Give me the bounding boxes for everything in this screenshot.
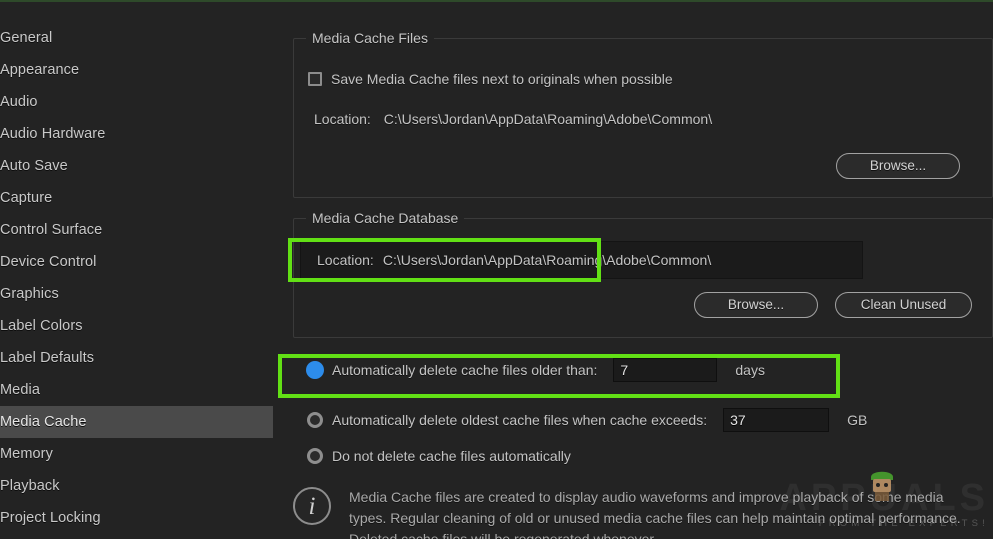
delete-older-than-label: Automatically delete cache files older t…	[332, 362, 597, 378]
sidebar-item-media[interactable]: Media	[0, 374, 273, 406]
sidebar-item-control-surface[interactable]: Control Surface	[0, 214, 273, 246]
delete-when-exceeds-radio[interactable]	[307, 412, 323, 428]
save-next-to-originals-row[interactable]: Save Media Cache files next to originals…	[308, 71, 673, 87]
media-cache-database-clean-unused-button[interactable]: Clean Unused	[835, 292, 972, 318]
sidebar-item-label: Auto Save	[0, 158, 68, 174]
delete-when-exceeds-unit-label: GB	[847, 412, 867, 428]
sidebar-item-label: Media	[0, 382, 40, 398]
sidebar-item-label: Graphics	[0, 286, 59, 302]
sidebar-item-label-colors[interactable]: Label Colors	[0, 310, 273, 342]
media-cache-files-location: Location: C:\Users\Jordan\AppData\Roamin…	[314, 111, 712, 127]
media-cache-database-location-field[interactable]: Location: C:\Users\Jordan\AppData\Roamin…	[300, 241, 863, 279]
sidebar-item-memory[interactable]: Memory	[0, 438, 273, 470]
sidebar-item-label: Memory	[0, 446, 53, 462]
sidebar-item-capture[interactable]: Capture	[0, 182, 273, 214]
sidebar-item-label: Appearance	[0, 62, 79, 78]
sidebar-item-auto-save[interactable]: Auto Save	[0, 150, 273, 182]
media-cache-database-group-title: Media Cache Database	[306, 210, 464, 226]
sidebar-item-label: Capture	[0, 190, 52, 206]
media-cache-files-group-title: Media Cache Files	[306, 30, 434, 46]
sidebar-item-device-control[interactable]: Device Control	[0, 246, 273, 278]
delete-older-than-days-input[interactable]: 7	[613, 358, 717, 382]
sidebar-item-general[interactable]: General	[0, 22, 273, 54]
preferences-dialog: General Appearance Audio Audio Hardware …	[0, 0, 993, 539]
sidebar-item-label: Label Defaults	[0, 350, 94, 366]
never-delete-radio[interactable]	[307, 448, 323, 464]
media-cache-database-location-value: C:\Users\Jordan\AppData\Roaming\Adobe\Co…	[383, 252, 711, 268]
media-cache-info-text: Media Cache files are created to display…	[349, 487, 963, 539]
delete-when-exceeds-gb-input[interactable]: 37	[723, 408, 829, 432]
preferences-category-sidebar: General Appearance Audio Audio Hardware …	[0, 0, 273, 539]
media-cache-database-browse-button[interactable]: Browse...	[694, 292, 818, 318]
sidebar-item-label-defaults[interactable]: Label Defaults	[0, 342, 273, 374]
sidebar-item-label: Project Locking	[0, 510, 101, 526]
save-next-to-originals-checkbox[interactable]	[308, 72, 322, 86]
sidebar-item-graphics[interactable]: Graphics	[0, 278, 273, 310]
sidebar-item-label: Device Control	[0, 254, 97, 270]
sidebar-item-project-locking[interactable]: Project Locking	[0, 502, 273, 534]
sidebar-item-playback[interactable]: Playback	[0, 470, 273, 502]
media-cache-files-location-value: C:\Users\Jordan\AppData\Roaming\Adobe\Co…	[384, 111, 712, 127]
delete-older-than-unit-label: days	[735, 362, 765, 378]
media-cache-info-note: i Media Cache files are created to displ…	[293, 487, 963, 539]
sidebar-item-label: Media Cache	[0, 414, 87, 430]
delete-older-than-radio[interactable]	[307, 362, 323, 378]
media-cache-database-location-key: Location:	[317, 252, 374, 268]
delete-older-than-option-row[interactable]: Automatically delete cache files older t…	[307, 358, 765, 382]
media-cache-files-group: Media Cache Files Save Media Cache files…	[293, 38, 993, 198]
media-cache-files-location-key: Location:	[314, 111, 371, 127]
never-delete-label: Do not delete cache files automatically	[332, 448, 571, 464]
never-delete-option-row[interactable]: Do not delete cache files automatically	[307, 448, 571, 464]
sidebar-list: General Appearance Audio Audio Hardware …	[0, 22, 273, 534]
sidebar-item-label: Playback	[0, 478, 60, 494]
sidebar-item-label: General	[0, 30, 52, 46]
sidebar-item-label: Audio Hardware	[0, 126, 105, 142]
media-cache-settings-panel: Media Cache Files Save Media Cache files…	[273, 0, 993, 539]
sidebar-item-audio-hardware[interactable]: Audio Hardware	[0, 118, 273, 150]
delete-when-exceeds-label: Automatically delete oldest cache files …	[332, 412, 707, 428]
sidebar-item-label: Label Colors	[0, 318, 83, 334]
sidebar-item-label: Audio	[0, 94, 38, 110]
sidebar-item-media-cache[interactable]: Media Cache	[0, 406, 273, 438]
media-cache-files-browse-button[interactable]: Browse...	[836, 153, 960, 179]
sidebar-item-label: Control Surface	[0, 222, 102, 238]
sidebar-item-audio[interactable]: Audio	[0, 86, 273, 118]
info-circle-icon: i	[293, 487, 331, 525]
save-next-to-originals-label: Save Media Cache files next to originals…	[331, 71, 673, 87]
delete-when-exceeds-option-row[interactable]: Automatically delete oldest cache files …	[307, 408, 867, 432]
media-cache-database-group: Media Cache Database Location: C:\Users\…	[293, 218, 993, 338]
sidebar-item-appearance[interactable]: Appearance	[0, 54, 273, 86]
top-edge-accent-line	[0, 0, 993, 2]
